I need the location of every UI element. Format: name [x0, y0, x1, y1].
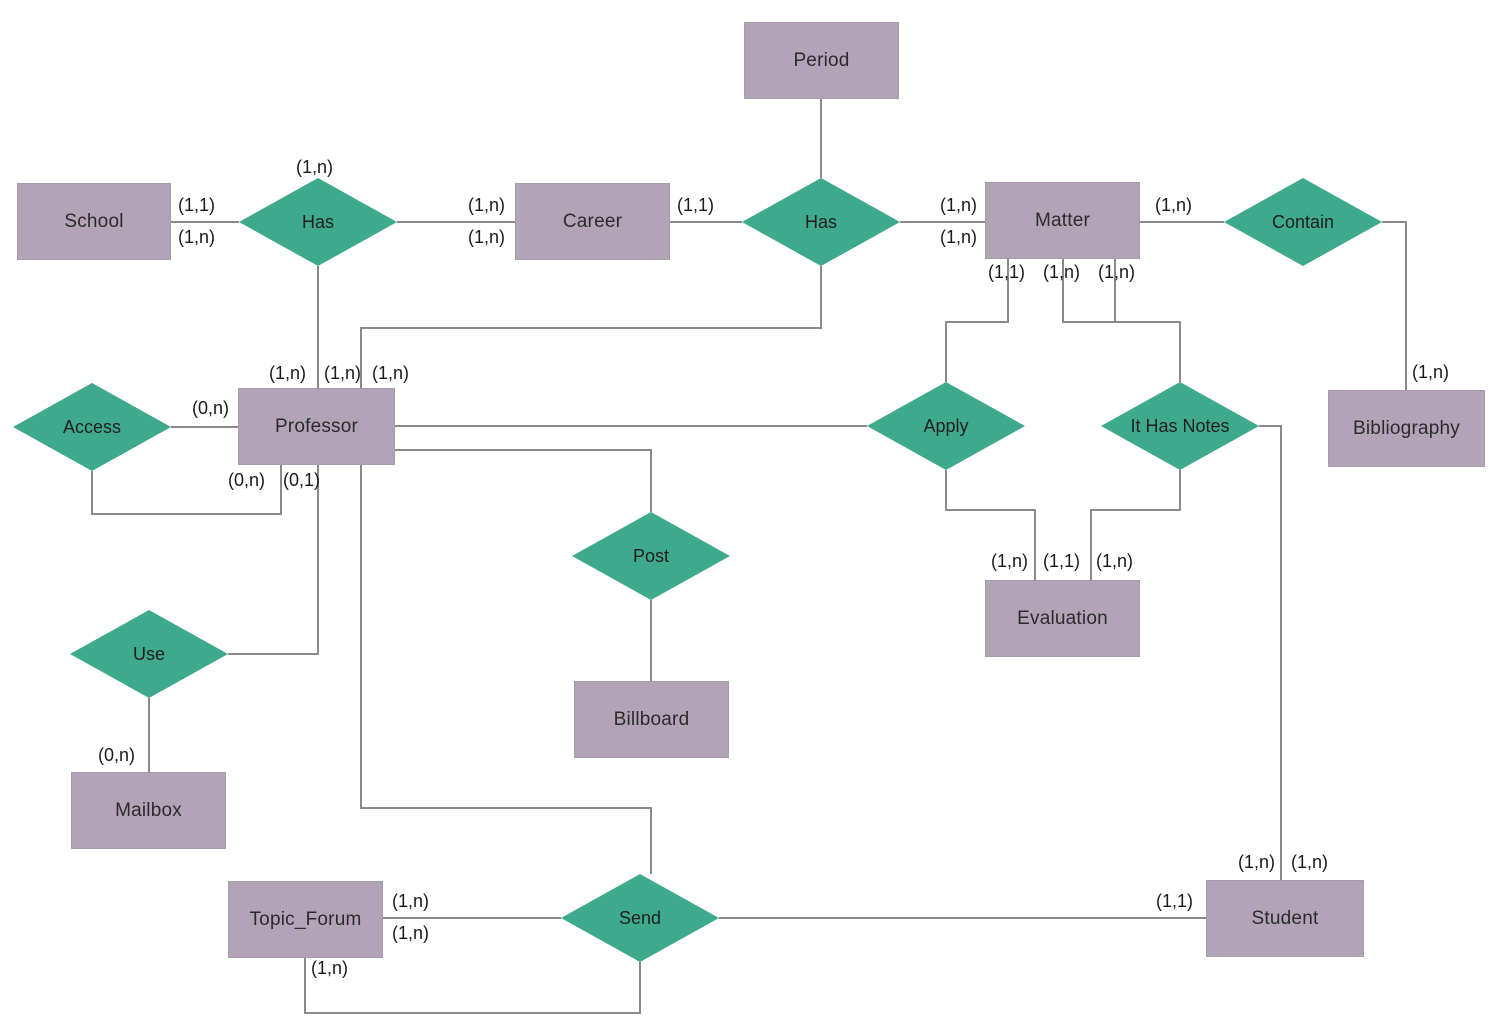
cardinality-matter-contain-1: (1,n) — [1155, 195, 1193, 215]
edge-layer — [91, 99, 1407, 1014]
entity-evaluation[interactable]: Evaluation — [985, 580, 1140, 657]
entity-label: Student — [1251, 907, 1319, 929]
diamond-shape — [867, 382, 1025, 470]
entity-label: Evaluation — [1017, 607, 1108, 629]
cardinality-professor-bot-2: (0,1) — [283, 470, 321, 490]
cardinality-evaluation-c3: (1,n) — [1096, 551, 1134, 571]
cardinality-professor-top-2: (1,n) — [324, 363, 362, 383]
relationship-access[interactable]: Access — [13, 383, 171, 471]
cardinality-topicforum-send-1: (1,n) — [392, 891, 430, 911]
relationship-it_has_notes[interactable]: It Has Notes — [1101, 382, 1259, 470]
cardinality-has-career-1: (1,n) — [468, 195, 506, 215]
diamond-shape — [13, 383, 171, 471]
entity-label: School — [64, 210, 124, 232]
cardinality-has-career-2: (1,n) — [468, 227, 506, 247]
cardinality-topicforum-loop-c: (1,n) — [311, 958, 349, 978]
cardinality-topicforum-send-2: (1,n) — [392, 923, 430, 943]
edge-ithasnotes-student — [1259, 425, 1282, 880]
cardinality-student-top-1: (1,n) — [1238, 852, 1276, 872]
diamond-shape — [572, 512, 730, 600]
cardinality-school-has-2: (1,n) — [178, 227, 216, 247]
cardinality-has2-matter-2: (1,n) — [940, 227, 978, 247]
cardinality-professor-top-1: (1,n) — [269, 363, 307, 383]
cardinality-evaluation-c1: (1,n) — [991, 551, 1029, 571]
entity-mailbox[interactable]: Mailbox — [71, 772, 226, 849]
entity-professor[interactable]: Professor — [238, 388, 395, 465]
entity-label: Topic_Forum — [249, 908, 362, 930]
relationship-contain[interactable]: Contain — [1224, 178, 1382, 266]
entity-topic_forum[interactable]: Topic_Forum — [228, 881, 383, 958]
cardinality-use-mailbox-c: (0,n) — [98, 745, 136, 765]
diamond-shape — [70, 610, 228, 698]
entity-label: Professor — [274, 415, 359, 437]
edge-professor-use — [228, 465, 319, 655]
relationship-has_career_matter[interactable]: Has — [742, 178, 900, 266]
cardinality-send-student-c: (1,1) — [1156, 891, 1194, 911]
entity-label: Mailbox — [115, 799, 182, 821]
entity-billboard[interactable]: Billboard — [574, 681, 729, 758]
cardinality-career-has2-1: (1,1) — [677, 195, 715, 215]
entity-label: Matter — [1034, 209, 1091, 231]
diamond-shape — [742, 178, 900, 266]
diamond-shape — [1224, 178, 1382, 266]
diamond-shape — [1101, 382, 1259, 470]
edge-topicforum-send2 — [304, 958, 641, 1014]
relationship-send[interactable]: Send — [561, 874, 719, 962]
entity-period[interactable]: Period — [744, 22, 899, 99]
edge-professor-post — [395, 449, 652, 512]
relationship-has_school_career[interactable]: Has — [239, 178, 397, 266]
cardinality-student-top-2: (1,n) — [1291, 852, 1329, 872]
cardinality-matter-notes-c: (1,n) — [1098, 262, 1136, 282]
cardinality-has-top: (1,n) — [296, 157, 334, 177]
relationship-post[interactable]: Post — [572, 512, 730, 600]
cardinality-school-has-1: (1,1) — [178, 195, 216, 215]
cardinality-has2-matter-1: (1,n) — [940, 195, 978, 215]
edge-has2-professor — [360, 266, 822, 388]
entity-label: Bibliography — [1353, 417, 1460, 439]
entity-label: Period — [793, 49, 850, 71]
cardinality-professor-bot-1: (0,n) — [228, 470, 266, 490]
cardinality-professor-top-3: (1,n) — [372, 363, 410, 383]
entity-label: Billboard — [613, 708, 690, 730]
cardinality-access-professor-c: (0,n) — [192, 398, 230, 418]
entity-label: Career — [562, 210, 623, 232]
entity-career[interactable]: Career — [515, 183, 670, 260]
cardinality-matter-apply-c: (1,1) — [988, 262, 1026, 282]
diamond-shape — [239, 178, 397, 266]
cardinality-matter-mid-c: (1,n) — [1043, 262, 1081, 282]
diamond-shape — [561, 874, 719, 962]
relationship-use[interactable]: Use — [70, 610, 228, 698]
cardinality-evaluation-c2: (1,1) — [1043, 551, 1081, 571]
cardinality-bibliography-c: (1,n) — [1412, 362, 1450, 382]
entity-student[interactable]: Student — [1206, 880, 1364, 957]
entity-bibliography[interactable]: Bibliography — [1328, 390, 1485, 467]
relationship-apply[interactable]: Apply — [867, 382, 1025, 470]
edge-contain-bibliography — [1382, 221, 1407, 390]
er-diagram-canvas: Has Has Contain Access Apply It Has Notes Post… — [0, 0, 1500, 1029]
entity-matter[interactable]: Matter — [985, 182, 1140, 259]
entity-school[interactable]: School — [17, 183, 171, 260]
